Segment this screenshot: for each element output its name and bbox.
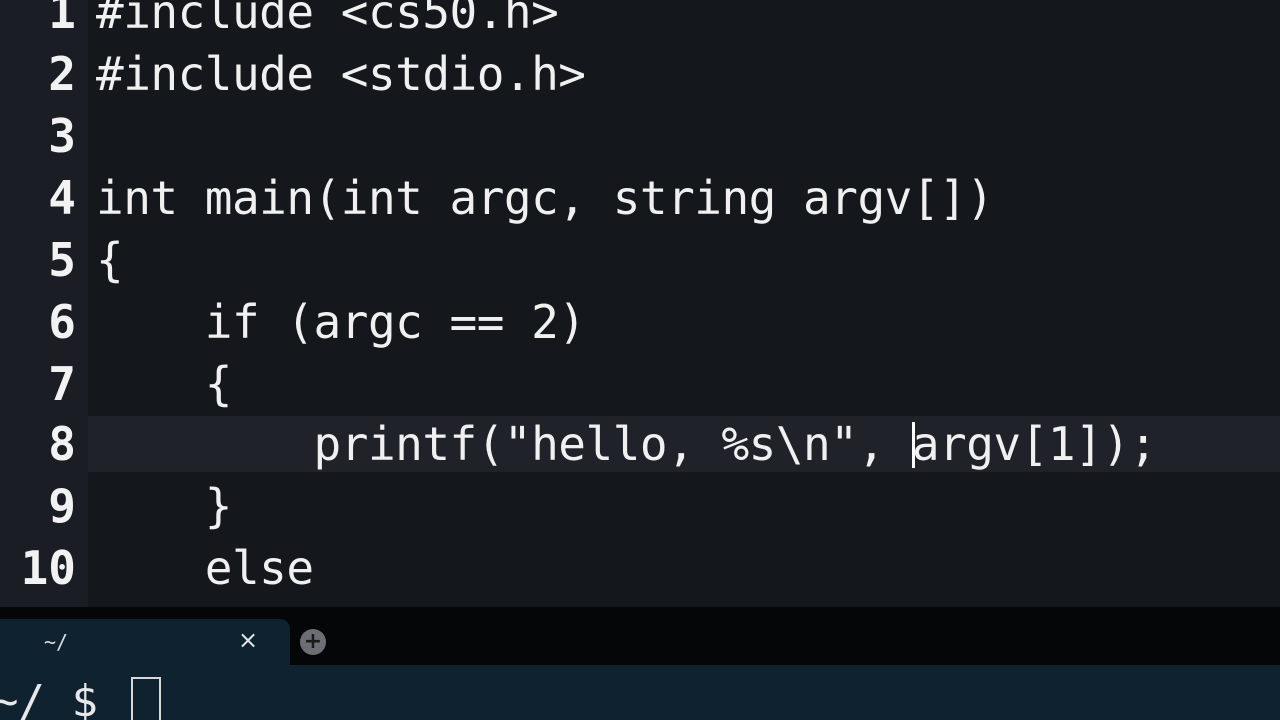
line-number: 8 — [48, 417, 76, 471]
terminal-tab-bar: ~/ × + — [0, 607, 1280, 665]
code-line-5[interactable]: 5 { — [0, 232, 1280, 294]
terminal-tab-title: ~/ — [44, 630, 69, 654]
line-code: else — [96, 541, 314, 595]
code-line-3[interactable]: 3 — [0, 108, 1280, 170]
terminal-prompt: ~/ $ — [0, 676, 125, 720]
code-line-9[interactable]: 9 } — [0, 478, 1280, 540]
code-editor[interactable]: 1 #include <cs50.h> 2 #include <stdio.h>… — [0, 0, 1280, 607]
line-number: 1 — [48, 0, 76, 39]
code-line-7[interactable]: 7 { — [0, 356, 1280, 418]
add-terminal-icon[interactable]: + — [300, 629, 326, 655]
line-code: } — [96, 479, 233, 533]
line-code: { — [96, 357, 233, 411]
line-code: #include <cs50.h> — [96, 0, 559, 39]
terminal-cursor — [131, 677, 161, 720]
line-number: 7 — [48, 357, 76, 411]
line-number: 4 — [48, 171, 76, 225]
line-number: 10 — [20, 541, 76, 595]
line-number: 6 — [48, 295, 76, 349]
code-before-cursor: printf("hello, %s\n", — [96, 417, 912, 471]
line-code: if (argc == 2) — [96, 295, 586, 349]
code-line-8-current[interactable]: 8 printf("hello, %s\n", argv[1]); — [0, 416, 1280, 478]
line-code: #include <stdio.h> — [96, 47, 586, 101]
ide-window: 1 #include <cs50.h> 2 #include <stdio.h>… — [0, 0, 1280, 720]
line-code: { — [96, 233, 124, 287]
line-code: printf("hello, %s\n", argv[1]); — [96, 416, 1158, 472]
terminal-tab[interactable]: ~/ × — [0, 619, 290, 665]
line-number: 5 — [48, 233, 76, 287]
code-line-1[interactable]: 1 #include <cs50.h> — [0, 0, 1280, 46]
code-line-4[interactable]: 4 int main(int argc, string argv[]) — [0, 170, 1280, 232]
line-number: 2 — [48, 47, 76, 101]
code-line-2[interactable]: 2 #include <stdio.h> — [0, 46, 1280, 108]
line-code: int main(int argc, string argv[]) — [96, 171, 994, 225]
line-number: 9 — [48, 479, 76, 533]
terminal-pane[interactable]: ~/ $ — [0, 665, 1280, 720]
code-after-cursor: argv[1]); — [911, 417, 1157, 471]
line-number: 3 — [48, 109, 76, 163]
close-icon[interactable]: × — [238, 627, 258, 653]
code-line-6[interactable]: 6 if (argc == 2) — [0, 294, 1280, 356]
code-line-10[interactable]: 10 else — [0, 540, 1280, 602]
